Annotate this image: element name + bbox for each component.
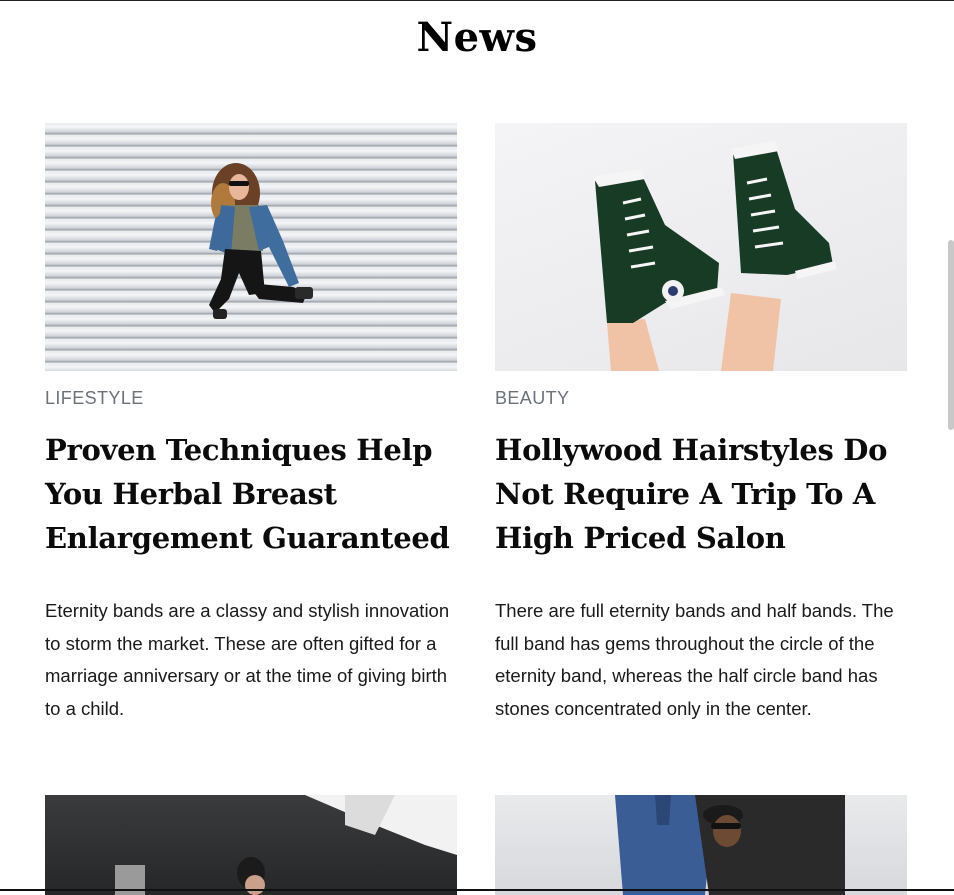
news-card[interactable]: BEAUTY Hollywood Hairstyles Do Not Requi… xyxy=(495,123,907,725)
article-image[interactable] xyxy=(45,795,457,895)
news-card[interactable] xyxy=(45,795,457,895)
article-category[interactable]: LIFESTYLE xyxy=(45,388,457,408)
article-category[interactable]: BEAUTY xyxy=(495,388,907,408)
article-excerpt: Eternity bands are a classy and stylish … xyxy=(45,600,450,719)
jumping-woman-illustration xyxy=(209,163,313,319)
article-image[interactable] xyxy=(45,123,457,371)
page-title: News xyxy=(416,14,538,61)
sneakers-illustration xyxy=(593,141,837,371)
news-card[interactable] xyxy=(495,795,907,895)
dark-photo-illustration xyxy=(115,795,457,895)
news-card[interactable]: LIFESTYLE Proven Techniques Help You Her… xyxy=(45,123,457,725)
article-excerpt: There are full eternity bands and half b… xyxy=(495,600,894,719)
top-divider xyxy=(0,0,954,1)
page-scrollbar[interactable] xyxy=(948,240,954,430)
article-image[interactable] xyxy=(495,123,907,371)
article-title[interactable]: Proven Techniques Help You Herbal Breast… xyxy=(45,428,457,560)
bottom-divider xyxy=(0,889,954,891)
article-title[interactable]: Hollywood Hairstyles Do Not Require A Tr… xyxy=(495,428,907,560)
article-image[interactable] xyxy=(495,795,907,895)
denim-photo-illustration xyxy=(615,795,845,895)
